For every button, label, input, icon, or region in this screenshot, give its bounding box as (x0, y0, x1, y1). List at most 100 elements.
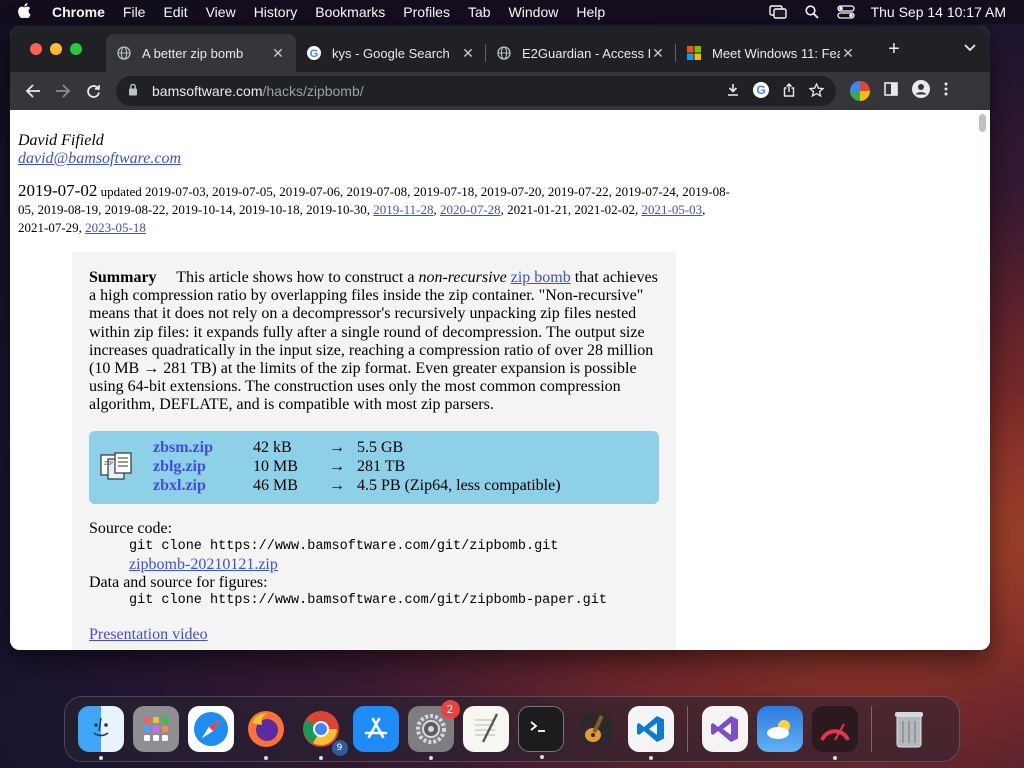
source-code-label: Source code: (89, 519, 173, 537)
side-panel-icon[interactable] (884, 81, 898, 101)
download-row: zblg.zip 10 MB → 281 TB (153, 458, 659, 477)
author-name: David Fifield (18, 132, 104, 149)
terminal-icon[interactable] (517, 706, 564, 759)
macos-menu-bar: Chrome File Edit View History Bookmarks … (0, 0, 1024, 24)
spotlight-search-icon[interactable] (803, 5, 821, 19)
tab-meet-windows-11[interactable]: Meet Windows 11: Fea ✕ (676, 34, 866, 72)
menu-window[interactable]: Window (500, 4, 568, 20)
svg-text:G: G (310, 48, 319, 60)
summary-box: Summary This article shows how to constr… (72, 252, 676, 650)
source-zip-link[interactable]: zipbomb-20210121.zip (89, 556, 659, 574)
window-controls (10, 43, 106, 55)
garageband-icon[interactable] (573, 706, 619, 752)
menu-app-name[interactable]: Chrome (48, 4, 114, 20)
google-chrome-icon[interactable]: 9 (298, 706, 348, 760)
summary-paragraph: Summary This article shows how to constr… (89, 269, 659, 415)
arrow-icon: → (329, 457, 345, 475)
downloads-box: ZIP zbsm.zip 42 kB → 5.5 GB zblg.zip 10 … (89, 430, 659, 504)
firefox-icon[interactable] (243, 706, 289, 760)
close-tab-icon[interactable]: ✕ (270, 45, 286, 62)
updated-label: updated (100, 184, 142, 199)
profile-avatar-icon[interactable] (912, 79, 930, 103)
lock-icon[interactable] (128, 83, 142, 99)
menu-history[interactable]: History (245, 4, 307, 20)
vertical-scrollbar[interactable] (979, 114, 986, 132)
system-settings-icon[interactable]: 2 (407, 700, 460, 760)
tab-google-search[interactable]: G kys - Google Search ✕ (296, 34, 486, 72)
data-source-label: Data and source for figures: (89, 573, 268, 591)
trash-icon[interactable] (886, 706, 932, 752)
menu-profiles[interactable]: Profiles (394, 4, 459, 20)
file-size: 10 MB (253, 457, 298, 475)
notification-badge: 2 (440, 700, 460, 719)
menu-view[interactable]: View (197, 4, 245, 20)
activity-monitor-icon[interactable] (811, 706, 858, 760)
arrow-icon: → (329, 438, 345, 456)
close-tab-icon[interactable]: ✕ (840, 45, 856, 62)
chrome-window: A better zip bomb ✕ G kys - Google Searc… (10, 26, 990, 650)
zip-file-link[interactable]: zbxl.zip (153, 477, 253, 496)
download-icon[interactable] (727, 83, 739, 99)
updated-date-link[interactable]: 2020-07-28 (440, 202, 501, 217)
git-clone-paper-command: git clone https://www.bamsoftware.com/gi… (129, 592, 607, 608)
share-icon[interactable] (783, 82, 795, 100)
app-store-icon[interactable] (352, 706, 399, 752)
tab-e2guardian[interactable]: E2Guardian - Access D ✕ (486, 34, 676, 72)
expanded-size: 4.5 PB (Zip64, less compatible) (357, 476, 561, 494)
screen-mirroring-icon[interactable] (768, 5, 787, 19)
close-tab-icon[interactable]: ✕ (460, 45, 476, 62)
updated-date-link[interactable]: 2023-05-18 (85, 220, 146, 235)
new-tab-icon[interactable]: + (876, 38, 912, 61)
menu-bookmarks[interactable]: Bookmarks (306, 4, 394, 20)
url-host: bamsoftware.com (152, 83, 263, 99)
expanded-size: 281 TB (357, 457, 406, 475)
tab-title: A better zip bomb (142, 45, 244, 61)
author-email-link[interactable]: david@bamsoftware.com (18, 150, 181, 168)
bookmark-star-icon[interactable] (808, 81, 825, 100)
presentation-video-link[interactable]: Presentation video (89, 626, 208, 643)
tab-strip: A better zip bomb ✕ G kys - Google Searc… (10, 26, 990, 72)
forward-arrow-icon[interactable] (48, 76, 78, 106)
web-globe-icon (496, 45, 512, 61)
menu-clock[interactable]: Thu Sep 14 10:17 AM (871, 4, 1006, 20)
source-section: Source code: git clone https://www.bamso… (89, 520, 659, 610)
weather-icon[interactable] (756, 706, 803, 752)
address-bar[interactable]: bamsoftware.com/hacks/zipbomb/ G (116, 76, 836, 106)
download-row: zbxl.zip 46 MB → 4.5 PB (Zip64, less com… (153, 477, 659, 496)
svg-text:ZIP: ZIP (104, 461, 113, 467)
zip-file-link[interactable]: zbsm.zip (153, 439, 253, 458)
page-content: David Fifield david@bamsoftware.com 2019… (10, 110, 990, 650)
menu-file[interactable]: File (114, 4, 155, 20)
arrow-icon: → (329, 476, 345, 494)
expanded-size: 5.5 GB (357, 438, 404, 456)
chrome-menu-icon[interactable] (944, 82, 948, 101)
menu-help[interactable]: Help (567, 4, 614, 20)
menu-tab[interactable]: Tab (459, 4, 500, 20)
back-arrow-icon[interactable] (18, 76, 48, 106)
tab-search-chevron-icon[interactable] (964, 40, 976, 55)
safari-icon[interactable] (187, 706, 234, 752)
google-lens-icon[interactable]: G (753, 81, 769, 101)
microsoft-icon (686, 45, 702, 61)
reload-icon[interactable] (78, 76, 108, 106)
chrome-profile-badge: 9 (331, 740, 348, 756)
menu-edit[interactable]: Edit (154, 4, 196, 20)
close-tab-icon[interactable]: ✕ (650, 45, 666, 62)
tab-a-better-zip-bomb[interactable]: A better zip bomb ✕ (106, 34, 296, 72)
visual-studio-code-icon[interactable] (627, 706, 674, 760)
zoom-window-button[interactable] (70, 43, 82, 55)
minimize-window-button[interactable] (50, 43, 62, 55)
visual-studio-icon[interactable] (701, 706, 748, 752)
close-window-button[interactable] (30, 43, 42, 55)
extension-colorful-icon[interactable] (850, 81, 870, 101)
launchpad-icon[interactable] (132, 706, 179, 752)
finder-icon[interactable] (77, 706, 124, 760)
updated-date-link[interactable]: 2021-05-03 (641, 202, 702, 217)
zip-file-link[interactable]: zblg.zip (153, 458, 253, 477)
apple-menu-icon[interactable] (0, 2, 48, 22)
updated-date-link[interactable]: 2019-11-28 (373, 202, 433, 217)
zip-bomb-link[interactable]: zip bomb (511, 269, 571, 286)
control-center-icon[interactable] (836, 5, 855, 19)
summary-emphasis: non-recursive (418, 269, 507, 286)
textedit-icon[interactable] (462, 706, 509, 752)
